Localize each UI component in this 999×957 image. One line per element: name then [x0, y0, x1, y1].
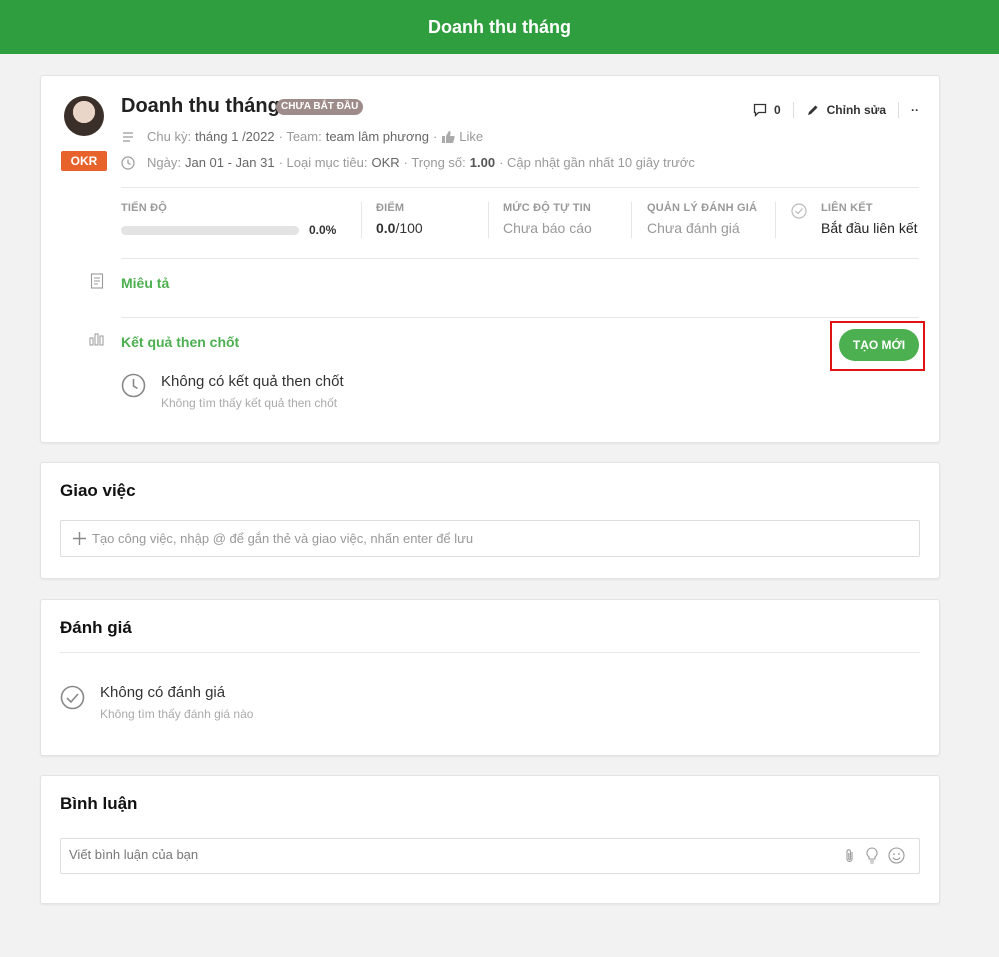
- reviews-title: Đánh giá: [60, 618, 132, 637]
- task-input[interactable]: Tạo công việc, nhập @ để gắn thẻ và giao…: [60, 520, 920, 557]
- tasks-card: Giao việc Tạo công việc, nhập @ để gắn t…: [40, 462, 940, 579]
- top-bar: Doanh thu tháng: [0, 0, 999, 54]
- objective-toolbar: 0 Chỉnh sửa ··: [753, 102, 919, 118]
- list-icon: [123, 131, 133, 142]
- lightbulb-icon[interactable]: [865, 847, 879, 864]
- score-label: ĐIỂM: [376, 202, 405, 214]
- task-input-placeholder: Tạo công việc, nhập @ để gắn thẻ và giao…: [92, 531, 474, 546]
- type-label: · Loại mục tiêu:: [278, 155, 368, 170]
- comment-count: 0: [773, 103, 781, 117]
- comment-icon: [753, 103, 767, 117]
- comment-input[interactable]: Viết bình luận của bạn: [60, 838, 920, 874]
- divider: [121, 258, 919, 259]
- edit-label: Chỉnh sửa: [826, 103, 886, 117]
- emoji-icon[interactable]: [888, 847, 905, 864]
- link-value: Bắt đầu liên kết: [821, 220, 918, 236]
- divider: [631, 202, 632, 238]
- clock-icon: [121, 373, 146, 398]
- score-max: /100: [395, 220, 423, 236]
- team-label: · Team:: [278, 129, 322, 144]
- confidence-label: MỨC ĐỘ TỰ TIN: [503, 202, 592, 214]
- updated-text: · Cập nhật gần nhất 10 giây trước: [499, 155, 695, 170]
- divider: [775, 202, 776, 238]
- divider: [60, 652, 920, 653]
- objective-title: Doanh thu tháng: [121, 95, 280, 117]
- weight-value: 1.00: [469, 155, 496, 170]
- divider: [361, 202, 362, 238]
- empty-title: Không có đánh giá: [100, 684, 226, 701]
- key-results-section: Kết quả then chốt: [121, 334, 240, 350]
- team-value[interactable]: team lâm phương: [326, 129, 429, 144]
- weight-label: · Trọng số:: [403, 155, 466, 170]
- comments-card: Bình luận Viết bình luận của bạn: [40, 775, 940, 904]
- confidence-value: Chưa báo cáo: [503, 220, 592, 236]
- progress-label: TIẾN ĐỘ: [121, 202, 168, 214]
- document-icon: [90, 273, 104, 289]
- clock-icon: [121, 155, 135, 170]
- edit-button[interactable]: Chỉnh sửa: [806, 103, 886, 117]
- review-stat[interactable]: QUẢN LÝ ĐÁNH GIÁ Chưa đánh giá: [647, 202, 757, 236]
- divider: [488, 202, 489, 238]
- date-label: Ngày:: [147, 155, 181, 170]
- avatar[interactable]: [64, 96, 104, 136]
- comment-input-placeholder: Viết bình luận của bạn: [69, 847, 199, 862]
- progress-value: 0.0%: [309, 223, 337, 237]
- more-button[interactable]: ··: [911, 103, 919, 117]
- type-value: OKR: [371, 155, 400, 170]
- okr-badge: OKR: [61, 151, 107, 171]
- cycle-value[interactable]: tháng 1 /2022: [195, 129, 275, 144]
- link-label: LIÊN KẾT: [821, 202, 873, 214]
- empty-subtitle: Không tìm thấy đánh giá nào: [100, 707, 254, 721]
- objective-card: OKR Doanh thu tháng CHƯA BẮT ĐẦU Chu kỳ:…: [40, 75, 940, 443]
- check-circle-icon: [791, 203, 807, 219]
- status-badge: CHƯA BẮT ĐẦU: [276, 99, 364, 115]
- link-stat[interactable]: LIÊN KẾT Bắt đầu liên kết: [821, 202, 918, 236]
- empty-subtitle: Không tìm thấy kết quả then chốt: [161, 396, 338, 410]
- tasks-title: Giao việc: [60, 481, 136, 500]
- page-title: Doanh thu tháng: [428, 16, 571, 37]
- pencil-icon: [807, 105, 818, 115]
- reviews-empty: Không có đánh giá Không tìm thấy đánh gi…: [100, 684, 253, 721]
- divider: [792, 102, 794, 118]
- date-value: Jan 01 - Jan 31: [184, 155, 275, 170]
- key-results-empty: Không có kết quả then chốt Không tìm thấ…: [161, 373, 344, 410]
- highlight-box: [830, 321, 925, 371]
- like-label[interactable]: Like: [459, 129, 483, 144]
- score-stat: ĐIỂM 0.0/100: [376, 202, 423, 236]
- reviews-card: Đánh giá Không có đánh giá Không tìm thấ…: [40, 599, 940, 756]
- progress-bar: [121, 225, 299, 235]
- review-value: Chưa đánh giá: [647, 220, 740, 236]
- objective-meta-line-1: Chu kỳ: tháng 1 /2022 · Team: team lâm p…: [121, 129, 483, 144]
- empty-title: Không có kết quả then chốt: [161, 373, 344, 390]
- divider: [121, 317, 919, 318]
- bar-chart-icon: [89, 333, 104, 346]
- divider: [121, 187, 919, 188]
- comments-title: Bình luận: [60, 794, 138, 813]
- progress-stat: TIẾN ĐỘ 0.0%: [121, 202, 336, 237]
- objective-meta-line-2: Ngày: Jan 01 - Jan 31 · Loại mục tiêu: O…: [121, 155, 695, 170]
- review-label: QUẢN LÝ ĐÁNH GIÁ: [647, 202, 758, 214]
- comments-button[interactable]: 0: [753, 103, 781, 117]
- plus-icon: [73, 532, 86, 545]
- divider: [898, 102, 899, 118]
- description-section[interactable]: Miêu tả: [121, 275, 169, 291]
- confidence-stat[interactable]: MỨC ĐỘ TỰ TIN Chưa báo cáo: [503, 202, 592, 236]
- cycle-label: Chu kỳ:: [147, 129, 192, 144]
- check-circle-icon: [60, 685, 85, 710]
- score-value: 0.0: [376, 220, 396, 236]
- attachment-icon[interactable]: [843, 848, 857, 864]
- thumbs-up-icon[interactable]: [441, 130, 455, 144]
